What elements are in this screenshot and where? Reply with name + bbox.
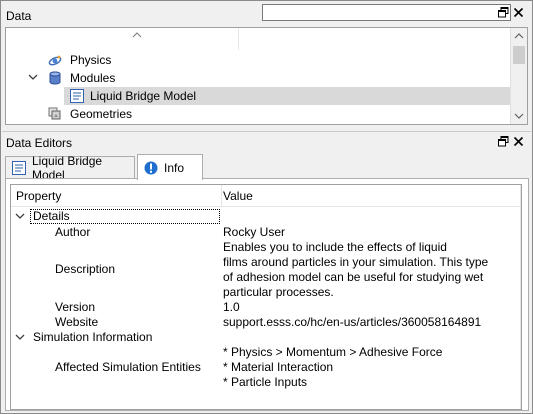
window-frame: Data Physics Modules Liquid Bridge Model…	[0, 0, 533, 414]
tree-item-geometries[interactable]: Geometries	[6, 105, 512, 123]
tree-divider	[238, 28, 239, 50]
property-key: Version	[55, 300, 96, 314]
scroll-up-icon[interactable]	[511, 28, 527, 44]
property-value-line: films around particles in your simulatio…	[223, 255, 489, 269]
property-row-description[interactable]: Description Enables you to include the e…	[11, 240, 521, 300]
geometries-icon	[48, 107, 62, 121]
property-value-line: of adhesion model can be useful for stud…	[223, 270, 484, 284]
close-icon[interactable]	[513, 136, 524, 147]
tab-liquid-bridge-model[interactable]: Liquid Bridge Model	[5, 154, 135, 182]
property-row-author[interactable]: Author Rocky User	[11, 225, 521, 240]
property-row-website[interactable]: Website support.esss.co/hc/en-us/article…	[11, 315, 521, 330]
group-row-details[interactable]: Details	[11, 209, 521, 224]
tree-item-physics[interactable]: Physics	[6, 51, 512, 69]
tree-item-label: Geometries	[70, 107, 133, 121]
tree-item-label: Liquid Bridge Model	[90, 89, 197, 103]
property-row-version[interactable]: Version 1.0	[11, 300, 521, 315]
editors-panel-header: Data Editors	[2, 131, 531, 153]
property-value-line: Enables you to include the effects of li…	[223, 240, 447, 254]
restore-icon[interactable]	[498, 136, 509, 147]
data-tree: Physics Modules Liquid Bridge Model Geom…	[5, 27, 528, 125]
property-value: 1.0	[223, 300, 240, 314]
property-key: Author	[55, 225, 91, 239]
property-key: Description	[55, 262, 116, 276]
chevron-down-icon[interactable]	[28, 70, 38, 84]
tree-item-liquid-bridge-model[interactable]: Liquid Bridge Model	[6, 87, 512, 105]
info-icon	[144, 161, 158, 175]
column-header-property[interactable]: Property	[16, 189, 61, 203]
tab-info[interactable]: Info	[137, 154, 203, 180]
chevron-up-icon	[132, 28, 142, 38]
restore-icon[interactable]	[498, 7, 509, 18]
tree-item-modules[interactable]: Modules	[6, 69, 512, 87]
property-grid: Property Value Details Author Rocky User…	[10, 184, 522, 410]
property-value-line: particular processes.	[223, 285, 334, 299]
group-row-simulation-information[interactable]: Simulation Information	[11, 330, 521, 345]
scrollbar-thumb[interactable]	[513, 46, 525, 64]
group-label: Details	[33, 209, 70, 223]
close-icon[interactable]	[513, 7, 524, 18]
property-value-line: * Physics > Momentum > Adhesive Force	[223, 345, 443, 359]
chevron-down-icon[interactable]	[14, 331, 26, 343]
model-form-icon	[70, 89, 84, 103]
column-header-value[interactable]: Value	[223, 189, 253, 203]
database-icon	[48, 71, 62, 85]
property-key: Affected Simulation Entities	[55, 360, 201, 374]
column-separator[interactable]	[221, 185, 222, 207]
scroll-down-icon[interactable]	[511, 108, 527, 124]
property-value: Rocky User	[223, 225, 286, 239]
search-input[interactable]	[262, 4, 511, 21]
info-tab-content: Property Value Details Author Rocky User…	[5, 178, 529, 411]
property-grid-header: Property Value	[11, 185, 521, 207]
property-value-line: * Particle Inputs	[223, 375, 308, 389]
group-label: Simulation Information	[33, 330, 153, 344]
property-key: Website	[55, 315, 99, 329]
physics-icon	[48, 53, 62, 67]
property-value-line: * Material Interaction	[223, 360, 334, 374]
tree-scrollbar[interactable]	[510, 28, 527, 124]
tree-item-label: Physics	[70, 53, 112, 67]
tree-item-label: Modules	[70, 71, 116, 85]
property-row-affected-entities[interactable]: Affected Simulation Entities * Physics >…	[11, 345, 521, 390]
editor-tabs: Liquid Bridge Model Info	[5, 154, 529, 182]
data-panel-title: Data	[6, 9, 32, 23]
chevron-down-icon[interactable]	[14, 210, 26, 222]
tab-label: Info	[164, 160, 185, 175]
editors-panel-title: Data Editors	[6, 136, 73, 150]
model-form-icon	[12, 161, 26, 175]
property-value-link[interactable]: support.esss.co/hc/en-us/articles/360058…	[223, 315, 481, 330]
